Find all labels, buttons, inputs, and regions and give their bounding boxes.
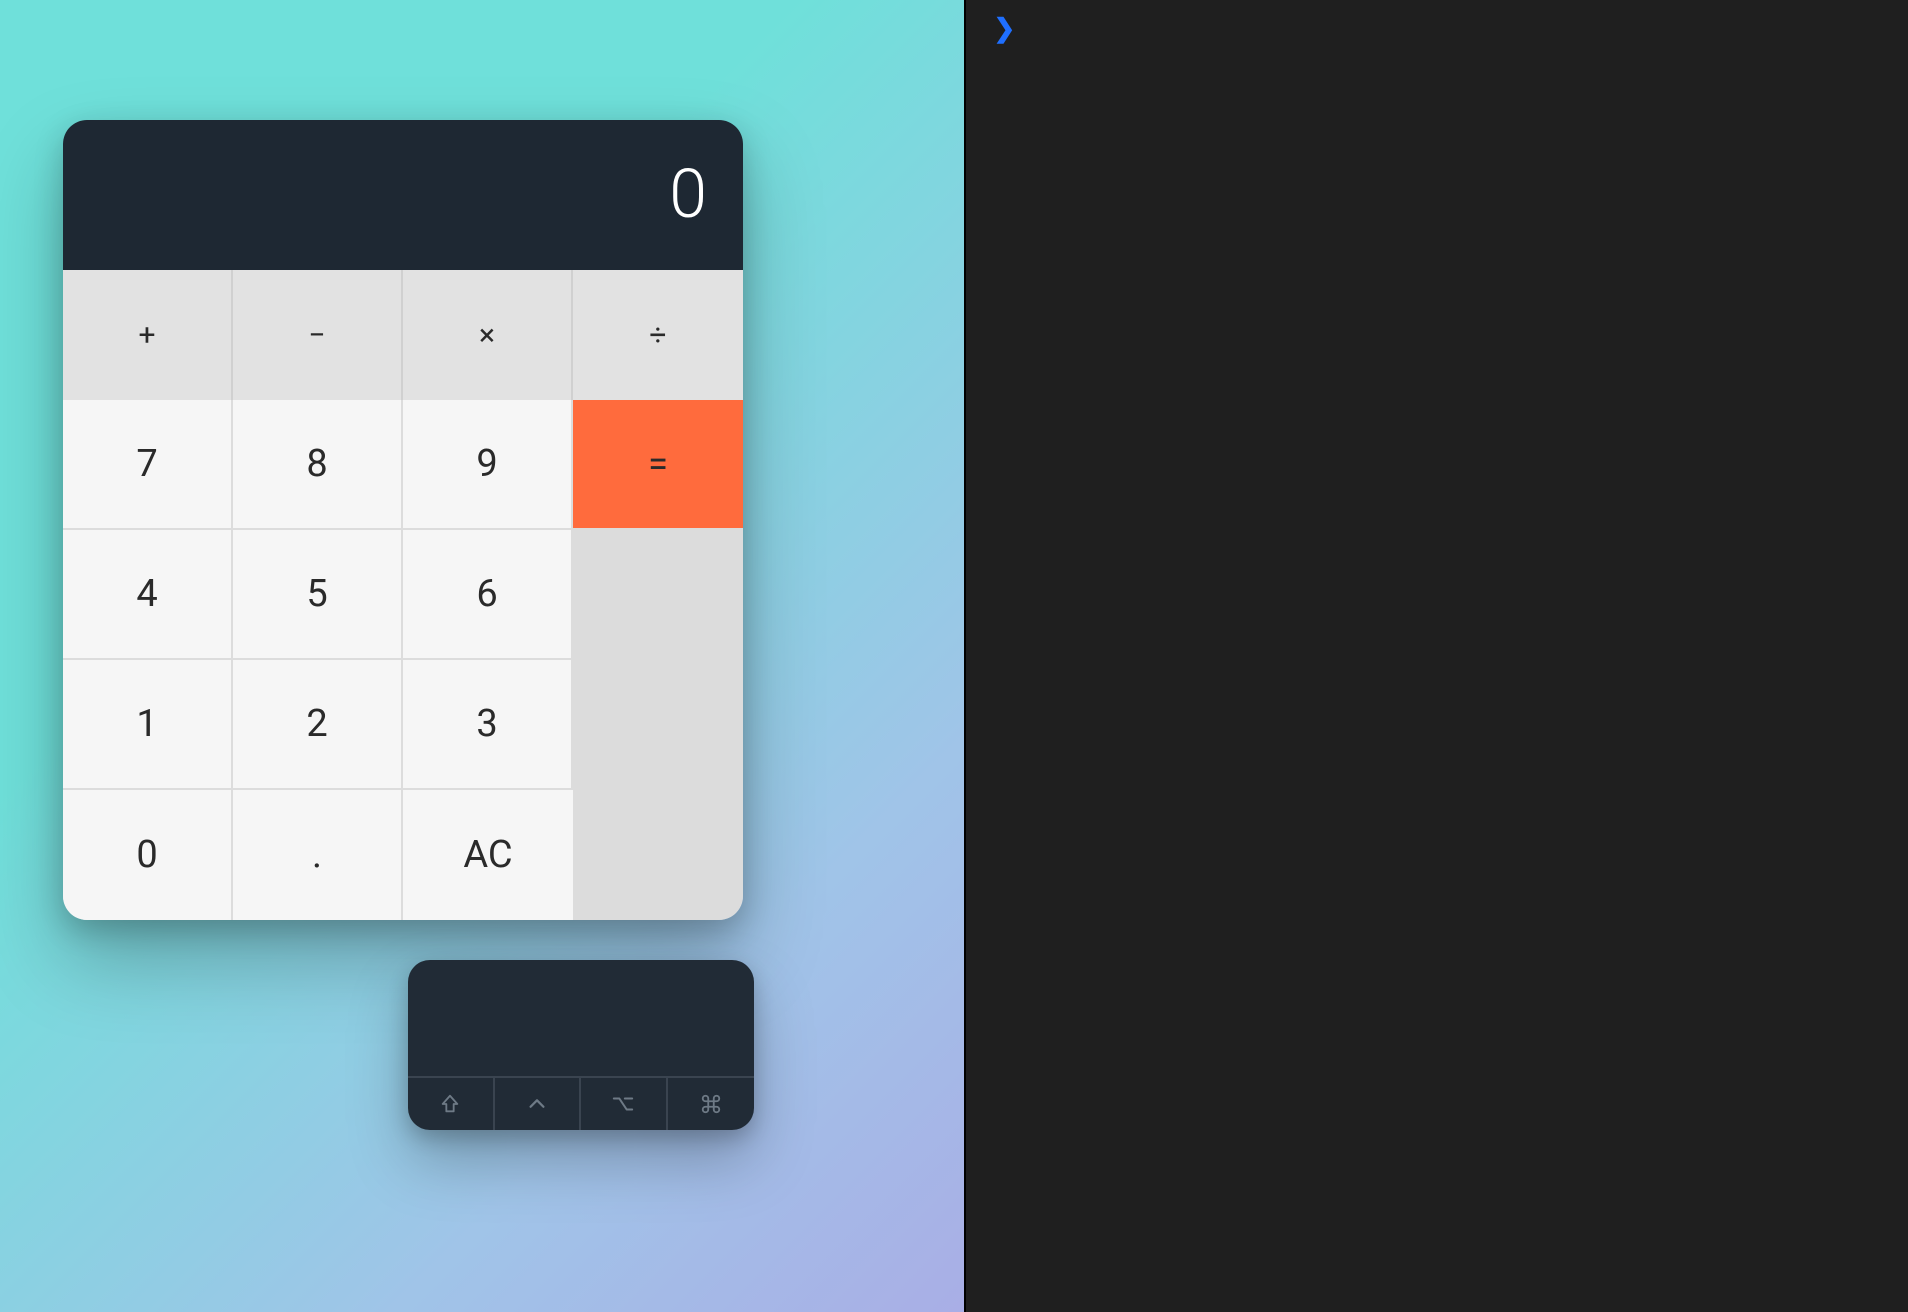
calculator-display: 0	[63, 120, 743, 270]
digit-2-button[interactable]: 2	[233, 660, 403, 790]
command-icon	[700, 1093, 722, 1115]
operator-row: + − × ÷	[63, 270, 743, 400]
modifier-pad-body[interactable]	[408, 960, 754, 1076]
decimal-button[interactable]: .	[233, 790, 403, 920]
clear-button[interactable]: AC	[403, 790, 573, 920]
option-icon	[611, 1093, 635, 1115]
calculator-window: 0 + − × ÷ 7 8 9 = 4 5 6 1 2 3 0 . AC	[63, 120, 743, 920]
digit-3-button[interactable]: 3	[403, 660, 573, 790]
multiply-button[interactable]: ×	[403, 270, 573, 400]
subtract-button[interactable]: −	[233, 270, 403, 400]
equals-button[interactable]: =	[573, 400, 743, 530]
add-button[interactable]: +	[63, 270, 233, 400]
shift-icon	[439, 1093, 461, 1115]
terminal-pane[interactable]: ❯	[964, 0, 1908, 1312]
digit-8-button[interactable]: 8	[233, 400, 403, 530]
shift-key[interactable]	[408, 1078, 495, 1130]
split-view: 0 + − × ÷ 7 8 9 = 4 5 6 1 2 3 0 . AC	[0, 0, 1908, 1312]
digit-9-button[interactable]: 9	[403, 400, 573, 530]
command-key[interactable]	[668, 1078, 755, 1130]
divide-button[interactable]: ÷	[573, 270, 743, 400]
digit-6-button[interactable]: 6	[403, 530, 573, 660]
digit-7-button[interactable]: 7	[63, 400, 233, 530]
digit-5-button[interactable]: 5	[233, 530, 403, 660]
keypad: 7 8 9 = 4 5 6 1 2 3 0 . AC	[63, 400, 743, 920]
modifier-row	[408, 1076, 754, 1130]
control-key[interactable]	[495, 1078, 582, 1130]
terminal-prompt: ❯	[994, 14, 1016, 44]
digit-4-button[interactable]: 4	[63, 530, 233, 660]
digit-1-button[interactable]: 1	[63, 660, 233, 790]
option-key[interactable]	[581, 1078, 668, 1130]
chevron-up-icon	[526, 1093, 548, 1115]
modifier-pad	[408, 960, 754, 1130]
digit-0-button[interactable]: 0	[63, 790, 233, 920]
desktop-left-pane: 0 + − × ÷ 7 8 9 = 4 5 6 1 2 3 0 . AC	[0, 0, 964, 1312]
